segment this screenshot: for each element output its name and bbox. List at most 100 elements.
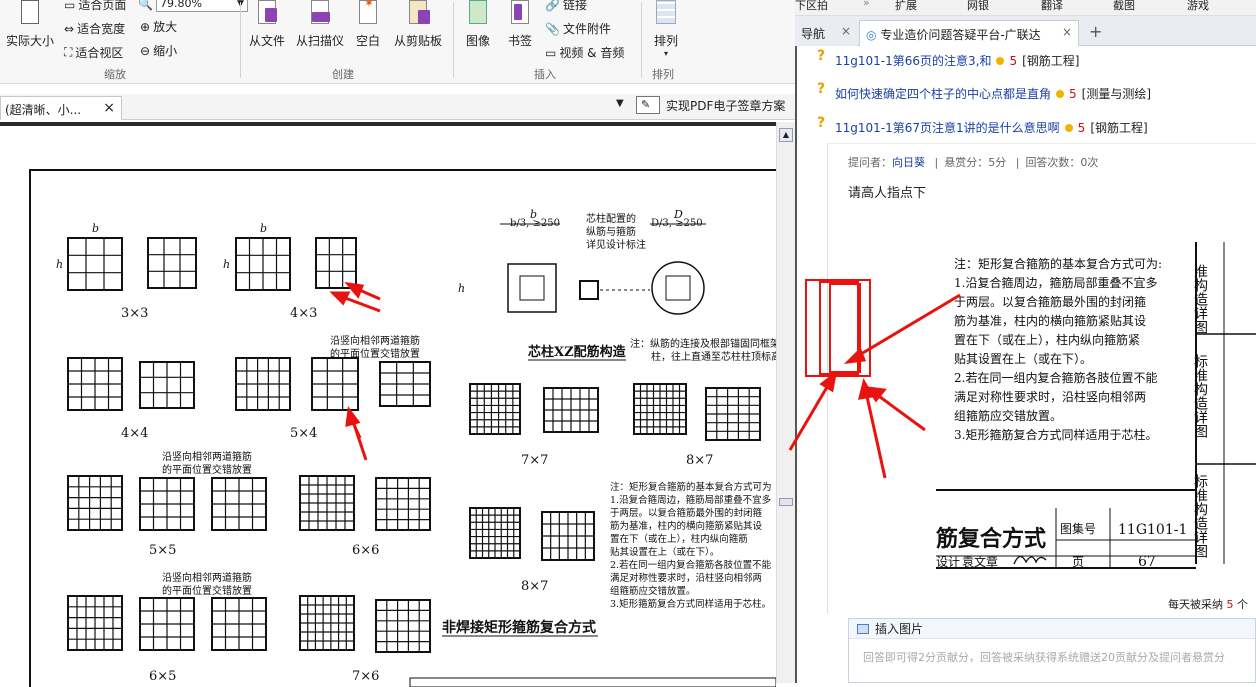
- screenshot-item[interactable]: 截图: [1113, 0, 1135, 13]
- zoom-value-field[interactable]: 79.80%▼: [155, 0, 248, 12]
- question-link[interactable]: 如何快速确定四个柱子的中心点都是直角: [835, 85, 1051, 102]
- from-scanner-button[interactable]: 从扫描仪: [292, 0, 348, 49]
- arrange-group-label: 排列: [652, 68, 674, 81]
- translate-item[interactable]: 翻译: [1041, 0, 1063, 13]
- tab-active-label: 专业造价问题答疑平台-广联达: [880, 28, 1041, 42]
- extension-item[interactable]: 扩展: [895, 0, 917, 13]
- arrange-label: 排列: [653, 34, 678, 48]
- insert-image-button[interactable]: 插入图片: [849, 619, 1255, 639]
- note-line: 2.若在同一组内复合箍筋各肢位置不能: [610, 559, 772, 571]
- adjacent-note-4: 的平面位置交错放置: [162, 463, 252, 476]
- scroll-up-icon[interactable]: ▲: [779, 128, 793, 142]
- label-4x3: 4×3: [290, 306, 317, 321]
- link-label: 链接: [562, 0, 587, 12]
- zoom-out-button[interactable]: ⊖ 缩小: [140, 42, 177, 59]
- adjacent-note-1: 沿竖向相邻两道箍筋: [330, 334, 420, 347]
- page-icon: [18, 0, 42, 26]
- zoom-in-icon: ⊕: [140, 19, 151, 34]
- tab-list-dropdown-icon[interactable]: ▼: [616, 98, 624, 109]
- adopt-stats: 每天被采纳 5 个: [1168, 596, 1248, 612]
- note-line: 满足对称性要求时，沿柱竖向相邻两: [610, 572, 762, 584]
- tab-nav[interactable]: 导航 ×: [795, 20, 857, 46]
- actual-size-button[interactable]: 实际大小: [4, 0, 56, 49]
- composite-stirrup-notes: 注：矩形复合箍筋的基本复合方式可为1.沿复合箍周边，箍筋局部重叠不宜多 于两层。…: [610, 481, 772, 610]
- document-tab[interactable]: (超清晰、小... ×: [0, 96, 122, 120]
- video-audio-button[interactable]: ▭ 视频 & 音频: [545, 44, 624, 61]
- zoom-select[interactable]: 🔍 79.80%▼: [138, 0, 248, 12]
- note-line: 筋为基准，柱内的横向箍筋紧贴其设: [610, 520, 763, 532]
- note-line: 组箍筋应交错放置。: [610, 585, 696, 597]
- label-7x6: 7×6: [352, 669, 379, 684]
- insert-image-button[interactable]: 图像: [462, 0, 494, 49]
- label-5x4: 5×4: [290, 426, 317, 441]
- bank-item[interactable]: 网银: [967, 0, 989, 13]
- from-scanner-label: 从扫描仪: [295, 34, 344, 48]
- dim-d: D: [673, 208, 683, 221]
- side-label-1: 准构造详图: [1192, 264, 1208, 334]
- side-label-3: 标准构造详图: [1192, 474, 1208, 558]
- close-icon[interactable]: ×: [841, 24, 851, 38]
- main-drawing-title: 非焊接矩形箍筋复合方式: [442, 619, 596, 636]
- question-item[interactable]: ? 如何快速确定四个柱子的中心点都是直角 5 [测量与测绘]: [817, 81, 1151, 102]
- from-file-button[interactable]: 从文件: [246, 0, 288, 49]
- question-mark-icon: ?: [817, 48, 826, 64]
- signature-button[interactable]: ✎ 实现PDF电子签章方案: [636, 94, 785, 116]
- question-item[interactable]: ? 11g101-1第67页注意1讲的是什么意思啊 5 [钢筋工程]: [817, 115, 1148, 136]
- fit-view-button[interactable]: ⛶ 适合视区: [64, 44, 123, 61]
- dim-b: b: [530, 208, 537, 221]
- zoom-in-button[interactable]: ⊕ 放大: [140, 18, 177, 35]
- games-item[interactable]: 游戏: [1187, 0, 1209, 13]
- label-4x4: 4×4: [121, 426, 148, 441]
- question-link[interactable]: 11g101-1第66页的注意3,和: [835, 52, 991, 69]
- design-label: 设计: [936, 555, 960, 569]
- detail-note-line: 1.沿复合箍周边，箍筋局部重叠不宜多: [954, 275, 1157, 290]
- adopt-suffix: 个: [1237, 598, 1248, 611]
- attachment-button[interactable]: 📎 文件附件: [545, 20, 611, 37]
- stirrup-box: [67, 475, 123, 531]
- note-line: 1.沿复合箍周边，箍筋局部重叠不宜多: [610, 494, 771, 506]
- designer-name: 袁文章: [962, 554, 998, 569]
- fit-page-label: 适合页面: [78, 0, 127, 12]
- image-icon: [466, 0, 490, 26]
- detail-note-line: 3.矩形箍筋复合方式同样适用于芯柱。: [954, 427, 1157, 442]
- link-button[interactable]: 🔗 链接: [545, 0, 587, 13]
- asker-name[interactable]: 向日葵: [892, 156, 925, 169]
- question-reward: 5: [1069, 86, 1077, 101]
- arrange-button[interactable]: 排列 ▾: [650, 0, 682, 58]
- document-tab-title: (超清晰、小...: [5, 103, 82, 117]
- detail-note-line: 于两层。以复合箍筋最外围的封闭箍: [954, 294, 1146, 309]
- question-link[interactable]: 11g101-1第67页注意1讲的是什么意思啊: [835, 119, 1060, 136]
- note-line: 置在下（或在上），柱内纵向箍筋: [610, 533, 748, 545]
- label-6x6: 6×6: [352, 543, 379, 558]
- side-label-2: 标准构造详图: [1192, 354, 1208, 438]
- new-tab-button[interactable]: +: [1083, 20, 1108, 46]
- detail-note-line: 2.若在同一组内复合箍筋各肢位置不能: [954, 370, 1157, 385]
- bookmarks-bar-label: 下区拍: [795, 0, 828, 12]
- close-icon[interactable]: ×: [1062, 25, 1072, 39]
- question-reward: 5: [1077, 120, 1086, 135]
- stirrup-box: [67, 237, 123, 291]
- dim-h: h: [56, 258, 63, 271]
- fit-page-button[interactable]: ▭ 适合页面: [64, 0, 126, 13]
- dim-h: h: [223, 258, 230, 271]
- question-category: [钢筋工程]: [1022, 54, 1080, 68]
- question-mark-icon: ?: [817, 81, 826, 97]
- stirrup-box: [375, 477, 431, 531]
- bookmark-button[interactable]: 书签: [504, 0, 536, 49]
- fit-width-button[interactable]: ⇔ 适合宽度: [64, 20, 125, 37]
- tab-active[interactable]: ◎ 专业造价问题答疑平台-广联达 ×: [859, 20, 1079, 46]
- zoom-out-icon: ⊖: [140, 43, 151, 58]
- insert-image-label: 插入图片: [875, 622, 924, 636]
- stirrup-box: [375, 599, 431, 653]
- dim-b: b: [260, 222, 267, 235]
- scroll-thumb[interactable]: [779, 498, 793, 506]
- question-item[interactable]: ? 11g101-1第66页的注意3,和 5 [钢筋工程]: [817, 48, 1080, 69]
- coin-icon: [1056, 89, 1065, 98]
- close-icon[interactable]: ×: [103, 100, 115, 116]
- answer-input[interactable]: 回答即可得2分贡献分，回答被采纳获得系统赠送20贡献分及提问者悬赏分: [849, 639, 1255, 675]
- blank-page-button[interactable]: ✶ 空白: [352, 0, 384, 49]
- red-annotation-arrows: [329, 281, 381, 461]
- page-label: 页: [1072, 555, 1084, 569]
- from-clipboard-button[interactable]: 从剪贴板: [393, 0, 443, 49]
- film-icon: ▭: [545, 45, 557, 60]
